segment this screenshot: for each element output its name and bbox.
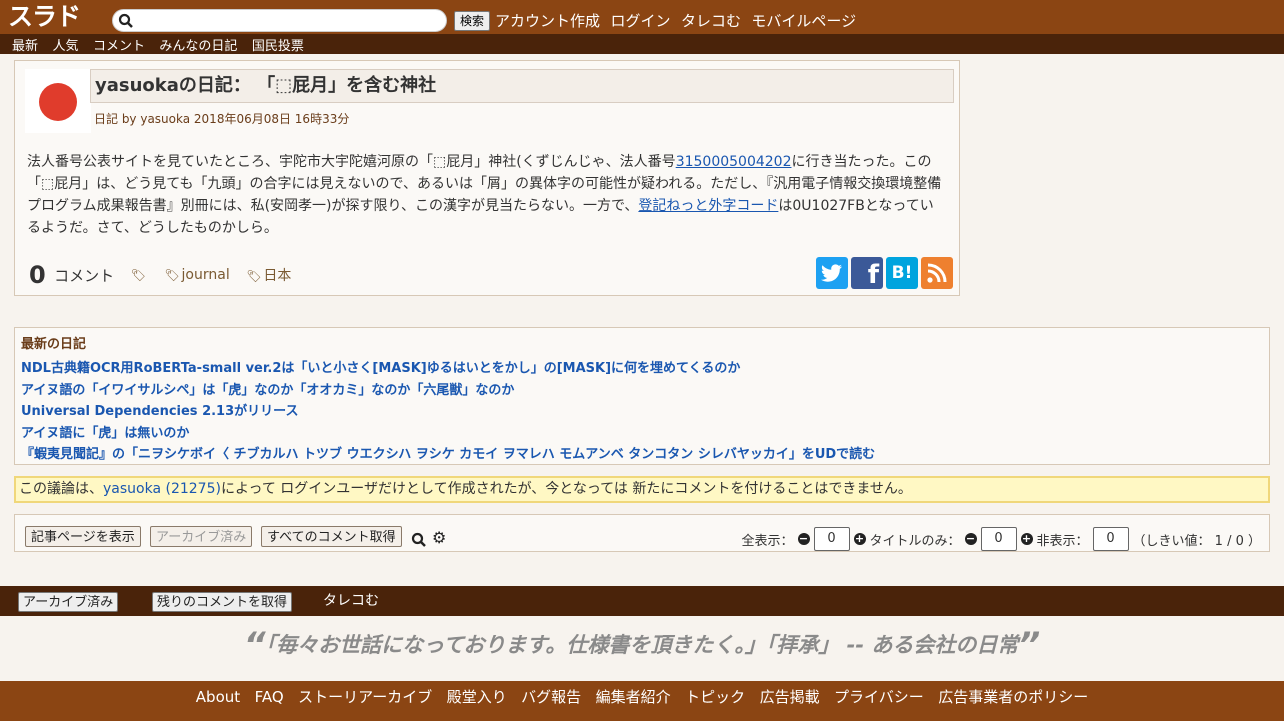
footer: About FAQ ストーリアーカイブ 殿堂入り バグ報告 編集者紹介 トピック… xyxy=(0,681,1284,721)
tag-journal[interactable]: 🏷 journal xyxy=(164,267,229,283)
list-item: Universal Dependencies 2.13がリリース xyxy=(21,401,875,423)
nav-popular[interactable]: 人気 xyxy=(52,39,78,54)
footer-faq[interactable]: FAQ xyxy=(255,688,284,706)
submit-story-link[interactable]: タレコむ xyxy=(681,12,741,30)
list-item: NDL古典籍OCR用RoBERTa-small ver.2は「いと小さく[MAS… xyxy=(21,358,875,380)
view-article-button[interactable]: 記事ページを表示 xyxy=(25,526,141,547)
notice-suffix: によって ログインユーザだけとして作成されたが、今となっては 新たにコメントを付… xyxy=(220,481,912,497)
title-bar: yasuokaの日記： 「⬚屁月」を含む神社 xyxy=(90,69,954,103)
recent-link[interactable]: アイヌ語の「イワイサルシペ」は「虎」なのか「オオカミ」なのか「六尾獣」なのか xyxy=(21,383,514,398)
full-count-input[interactable]: 0 xyxy=(813,527,850,551)
list-item: アイヌ語の「イワイサルシペ」は「虎」なのか「オオカミ」なのか「六尾獣」なのか xyxy=(21,380,875,402)
archived-button[interactable]: アーカイブ済み xyxy=(18,592,119,612)
quote-text: 「毎々お世話になっております。仕様書を頂きたく。」「拝承」 -- ある会社の日常 xyxy=(265,633,1019,657)
title-only-input[interactable]: 0 xyxy=(980,527,1017,551)
search-icon[interactable] xyxy=(411,532,427,548)
get-remaining-comments-button[interactable]: 残りのコメントを取得 xyxy=(152,592,293,612)
tag-icon: 🏷 xyxy=(130,268,146,282)
login-link[interactable]: ログイン xyxy=(610,12,670,30)
get-all-comments-button[interactable]: すべてのコメント取得 xyxy=(261,526,402,547)
recent-link[interactable]: アイヌ語に「虎」は無いのか xyxy=(21,426,189,441)
footer-editors[interactable]: 編集者紹介 xyxy=(596,688,671,706)
recent-link[interactable]: 『蝦夷見聞記』の「ニヲシケボイ〈 チブカルハ トツブ ウエクシハ ヲシケ カモイ… xyxy=(21,447,875,462)
open-quote: “ xyxy=(243,625,266,665)
nav-comments[interactable]: コメント xyxy=(93,39,145,54)
gear-icon[interactable]: ⚙ xyxy=(432,528,446,547)
facebook-icon[interactable]: f xyxy=(851,257,883,289)
minus-icon[interactable]: − xyxy=(964,533,977,545)
comment-count[interactable]: 0 xyxy=(29,261,46,289)
recent-heading: 最新の日記 xyxy=(21,337,87,352)
footer-bug-report[interactable]: バグ報告 xyxy=(521,688,581,706)
footer-ad-policy[interactable]: 広告事業者のポリシー xyxy=(938,688,1088,706)
footer-story-archive[interactable]: ストーリアーカイブ xyxy=(298,688,432,706)
threshold-text: （しきい値： 1 / 0 ） xyxy=(1132,533,1261,549)
plus-icon[interactable]: + xyxy=(1020,533,1033,545)
random-quote: “「毎々お世話になっております。仕様書を頂きたく。」「拝承」 -- ある会社の日… xyxy=(0,628,1284,662)
close-quote: ” xyxy=(1018,625,1041,665)
tag-empty[interactable]: 🏷 xyxy=(131,267,148,283)
nav-journals[interactable]: みんなの日記 xyxy=(159,39,237,54)
footer-privacy[interactable]: プライバシー xyxy=(834,688,924,706)
comment-controls: 記事ページを表示 アーカイブ済み すべてのコメント取得 ⚙ 全表示： − 0 +… xyxy=(14,514,1270,552)
article-body: 法人番号公表サイトを見ていたところ、宇陀市大宇陀嬉河原の「⬚屁月」神社(くずじん… xyxy=(27,151,947,239)
article-title: yasuokaの日記： 「⬚屁月」を含む神社 xyxy=(95,75,437,96)
tag-japan[interactable]: 🏷 日本 xyxy=(246,268,291,284)
rss-icon[interactable] xyxy=(921,257,953,289)
recent-link[interactable]: Universal Dependencies 2.13がリリース xyxy=(21,404,299,419)
top-bar: スラド 検索 アカウント作成 ログイン タレコむ モバイルページ xyxy=(0,0,1284,34)
notice-prefix: この議論は、 xyxy=(19,481,103,497)
footer-topics[interactable]: トピック xyxy=(685,688,745,706)
mobile-page-link[interactable]: モバイルページ xyxy=(751,12,856,30)
hidden-count-input[interactable]: 0 xyxy=(1092,527,1129,551)
hatena-bookmark-icon[interactable]: B! xyxy=(886,257,918,289)
footer-hall-of-fame[interactable]: 殿堂入り xyxy=(447,688,507,706)
search-box[interactable] xyxy=(112,9,447,32)
twitter-icon[interactable] xyxy=(816,257,848,289)
list-item: 『蝦夷見聞記』の「ニヲシケボイ〈 チブカルハ トツブ ウエクシハ ヲシケ カモイ… xyxy=(21,444,875,466)
tag-icon: 🏷 xyxy=(164,268,180,282)
search-button[interactable]: 検索 xyxy=(454,11,491,31)
share-buttons: f B! xyxy=(816,257,953,289)
threshold-controls: 全表示： − 0 + タイトルのみ： − 0 + 非表示： 0 （しきい値： 1… xyxy=(741,527,1261,551)
submit-story-link[interactable]: タレコむ xyxy=(323,592,379,610)
bottom-bar: アーカイブ済み 残りのコメントを取得 タレコむ xyxy=(0,586,1284,616)
archive-notice: この議論は、yasuoka (21275)によって ログインユーザだけとして作成… xyxy=(14,476,1270,503)
top-links: アカウント作成 ログイン タレコむ モバイルページ xyxy=(495,11,862,31)
hidden-label: 非表示： xyxy=(1036,533,1089,549)
comment-label[interactable]: コメント xyxy=(54,267,114,285)
recent-link[interactable]: NDL古典籍OCR用RoBERTa-small ver.2は「いと小さく[MAS… xyxy=(21,361,740,376)
gaiji-code-link[interactable]: 登記ねっと外字コード xyxy=(638,198,778,214)
archived-button[interactable]: アーカイブ済み xyxy=(150,526,253,547)
search-icon xyxy=(118,13,133,28)
flag-circle xyxy=(39,83,77,121)
journal-article: yasuokaの日記： 「⬚屁月」を含む神社 日記 by yasuoka 201… xyxy=(14,60,960,296)
title-only-label: タイトルのみ： xyxy=(869,533,961,549)
avatar xyxy=(25,69,91,133)
create-account-link[interactable]: アカウント作成 xyxy=(495,12,600,30)
author-link[interactable]: yasuoka (21275) xyxy=(103,481,221,497)
site-logo[interactable]: スラド xyxy=(8,3,81,31)
footer-advertise[interactable]: 広告掲載 xyxy=(760,688,820,706)
search-input[interactable] xyxy=(139,12,439,29)
recent-journals: 最新の日記 NDL古典籍OCR用RoBERTa-small ver.2は「いと小… xyxy=(14,327,1270,465)
plus-icon[interactable]: + xyxy=(853,533,866,545)
corporate-number-link[interactable]: 3150005004202 xyxy=(676,154,792,170)
body-text-1: 法人番号公表サイトを見ていたところ、宇陀市大宇陀嬉河原の「⬚屁月」神社(くずじん… xyxy=(27,154,676,170)
sub-nav: 最新 人気 コメント みんなの日記 国民投票 xyxy=(0,34,1284,54)
nav-latest[interactable]: 最新 xyxy=(12,39,38,54)
article-byline: 日記 by yasuoka 2018年06月08日 16時33分 xyxy=(94,112,350,126)
full-label: 全表示： xyxy=(741,533,794,549)
recent-list: NDL古典籍OCR用RoBERTa-small ver.2は「いと小さく[MAS… xyxy=(21,358,875,466)
list-item: アイヌ語に「虎」は無いのか xyxy=(21,423,875,445)
nav-polls[interactable]: 国民投票 xyxy=(252,39,304,54)
comment-row: 0 コメント 🏷 🏷 journal 🏷 日本 xyxy=(29,261,291,289)
minus-icon[interactable]: − xyxy=(797,533,810,545)
tag-icon: 🏷 xyxy=(246,269,262,283)
footer-about[interactable]: About xyxy=(196,688,240,706)
